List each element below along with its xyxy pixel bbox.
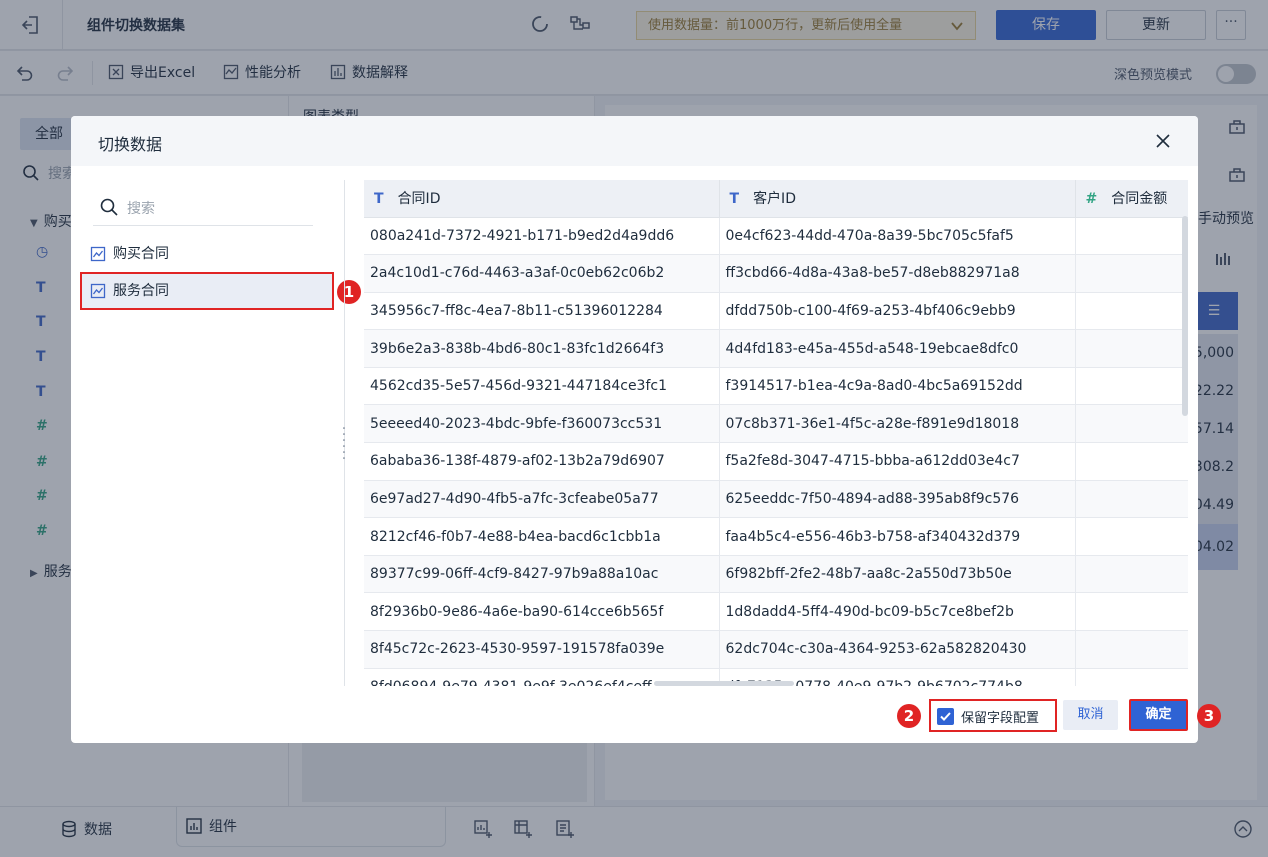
dialog-title: 切换数据: [98, 135, 163, 154]
contract-id-cell: 080a241d-7372-4921-b171-b9ed2d4a9dd6: [364, 217, 720, 256]
number-type-icon: #: [1085, 191, 1098, 208]
column-header[interactable]: T 合同ID: [364, 180, 720, 218]
keep-field-config-checkbox[interactable]: 保留字段配置: [929, 699, 1057, 732]
table-row: 5eeeed40-2023-4bdc-9bfe-f360073cc531 07c8…: [364, 404, 1188, 444]
customer-id-cell: 6f982bff-2fe2-48b7-aa8c-2a550d73b50e: [719, 555, 1076, 594]
dataset-item-selected[interactable]: 服务合同: [80, 272, 334, 310]
contract-id-cell: 5eeeed40-2023-4bdc-9bfe-f360073cc531: [364, 404, 720, 444]
customer-id-cell: 62dc704c-c30a-4364-9253-62a582820430: [719, 630, 1076, 669]
step-badge-2: 2: [897, 704, 921, 728]
dataset-icon: [90, 283, 106, 299]
keep-field-config-label: 保留字段配置: [961, 711, 1040, 726]
table-row: 89377c99-06ff-4cf9-8427-97b9a88a10ac 6f98…: [364, 555, 1188, 594]
column-header-label: 合同ID: [397, 191, 441, 208]
amount-cell: 210,000: [1075, 592, 1188, 632]
check-icon: [940, 712, 951, 721]
table-row: 345956c7-ff8c-4ea7-8b11-c51396012284 dfdd…: [364, 292, 1188, 331]
dataset-search-placeholder: 搜索: [127, 201, 155, 217]
dataset-icon: [90, 246, 106, 262]
table-row: 8f2936b0-9e86-4a6e-ba90-614cce6b565f 1d8d…: [364, 592, 1188, 632]
contract-id-cell: 2a4c10d1-c76d-4463-a3af-0c0eb62c06b2: [364, 254, 720, 293]
amount-cell: 100,000: [1075, 254, 1188, 293]
close-icon[interactable]: [1153, 131, 1173, 151]
table-row: 8f45c72c-2623-4530-9597-191578fa039e 62dc…: [364, 630, 1188, 669]
table-row: 6e97ad27-4d90-4fb5-a7fc-3cfeabe05a77 625e…: [364, 480, 1188, 519]
dataset-item-label: 服务合同: [113, 283, 169, 299]
table-row: 080a241d-7372-4921-b171-b9ed2d4a9dd6 0e4c…: [364, 217, 1188, 256]
table-row: 39b6e2a3-838b-4bd6-80c1-83fc1d2664f3 4d4f…: [364, 329, 1188, 368]
contract-id-cell: 8f2936b0-9e86-4a6e-ba90-614cce6b565f: [364, 592, 720, 632]
dataset-item-label: 购买合同: [113, 246, 169, 262]
text-type-icon: T: [729, 191, 740, 208]
contract-id-cell: 345956c7-ff8c-4ea7-8b11-c51396012284: [364, 292, 720, 331]
confirm-button[interactable]: 确定: [1129, 699, 1188, 731]
column-header[interactable]: T 客户ID: [719, 180, 1076, 218]
horizontal-scrollbar[interactable]: [654, 681, 794, 686]
contract-id-cell: 89377c99-06ff-4cf9-8427-97b9a88a10ac: [364, 555, 720, 594]
amount-cell: 10,000: [1075, 630, 1188, 669]
customer-id-cell: dfdd750b-c100-4f69-a253-4bf406c9ebb9: [719, 292, 1076, 331]
amount-cell: 10,000: [1075, 329, 1188, 368]
switch-data-dialog: 切换数据 搜索 购买合同 服务合同 1 · · · · · · T 合同ID T 客户I…: [71, 116, 1198, 743]
table-row: 2a4c10d1-c76d-4463-a3af-0c0eb62c06b2 ff3c…: [364, 254, 1188, 293]
amount-cell: 210,000: [1075, 668, 1188, 686]
data-preview-table: T 合同ID T 客户ID # 合同金额 080a241d-7372-4921-b17…: [364, 180, 1188, 686]
table-row: 4562cd35-5e57-456d-9321-447184ce3fc1 f391…: [364, 367, 1188, 406]
column-header-label: 合同金额: [1111, 191, 1168, 208]
contract-id-cell: 4562cd35-5e57-456d-9321-447184ce3fc1: [364, 367, 720, 406]
contract-id-cell: 39b6e2a3-838b-4bd6-80c1-83fc1d2664f3: [364, 329, 720, 368]
customer-id-cell: 4d4fd183-e45a-455d-a548-19ebcae8dfc0: [719, 329, 1076, 368]
customer-id-cell: ff3cbd66-4d8a-43a8-be57-d8eb882971a8: [719, 254, 1076, 293]
checkbox-checked[interactable]: [937, 708, 954, 725]
amount-cell: 210,000: [1075, 217, 1188, 256]
dialog-header: 切换数据: [71, 116, 1198, 166]
amount-cell: 1,200,000: [1075, 517, 1188, 556]
column-header[interactable]: # 合同金额: [1075, 180, 1188, 218]
dialog-footer: 2 保留字段配置 取消 确定: [71, 691, 1198, 743]
table-row: 8212cf46-f0b7-4e88-b4ea-bacd6c1cbb1a faa4…: [364, 517, 1188, 556]
customer-id-cell: f3914517-b1ea-4c9a-8ad0-4bc5a69152dd: [719, 367, 1076, 406]
customer-id-cell: faa4b5c4-e556-46b3-b758-af340432d379: [719, 517, 1076, 556]
cancel-button[interactable]: 取消: [1063, 700, 1118, 730]
contract-id-cell: 8f45c72c-2623-4530-9597-191578fa039e: [364, 630, 720, 669]
search-icon: [100, 198, 118, 216]
customer-id-cell: 0e4cf623-44dd-470a-8a39-5bc705c5faf5: [719, 217, 1076, 256]
amount-cell: 20,000: [1075, 480, 1188, 519]
contract-id-cell: 6ababa36-138f-4879-af02-13b2a79d6907: [364, 442, 720, 481]
amount-cell: 120,000: [1075, 404, 1188, 444]
dataset-search-input[interactable]: 搜索: [93, 190, 313, 226]
customer-id-cell: 07c8b371-36e1-4f5c-a28e-f891e9d18018: [719, 404, 1076, 444]
amount-cell: 480,000: [1075, 292, 1188, 331]
contract-id-cell: 8212cf46-f0b7-4e88-b4ea-bacd6c1cbb1a: [364, 517, 720, 556]
amount-cell: 800,000: [1075, 555, 1188, 594]
step-badge-1: 1: [337, 280, 361, 304]
table-row: 6ababa36-138f-4879-af02-13b2a79d6907 f5a2…: [364, 442, 1188, 481]
column-header-label: 客户ID: [753, 191, 796, 208]
contract-id-cell: 6e97ad27-4d90-4fb5-a7fc-3cfeabe05a77: [364, 480, 720, 519]
text-type-icon: T: [374, 191, 384, 208]
amount-cell: 350,000: [1075, 442, 1188, 481]
resize-handle-icon[interactable]: · · · · · ·: [338, 422, 350, 466]
table-header-row: T 合同ID T 客户ID # 合同金额: [364, 180, 1188, 218]
dataset-item[interactable]: 购买合同: [81, 236, 333, 272]
customer-id-cell: f5a2fe8d-3047-4715-bbba-a612dd03e4c7: [719, 442, 1076, 481]
step-badge-3: 3: [1197, 704, 1221, 728]
amount-cell: 1,450,000: [1075, 367, 1188, 406]
customer-id-cell: 625eeddc-7f50-4894-ad88-395ab8f9c576: [719, 480, 1076, 519]
vertical-scrollbar[interactable]: [1182, 216, 1188, 416]
customer-id-cell: 1d8dadd4-5ff4-490d-bc09-b5c7ce8bef2b: [719, 592, 1076, 632]
